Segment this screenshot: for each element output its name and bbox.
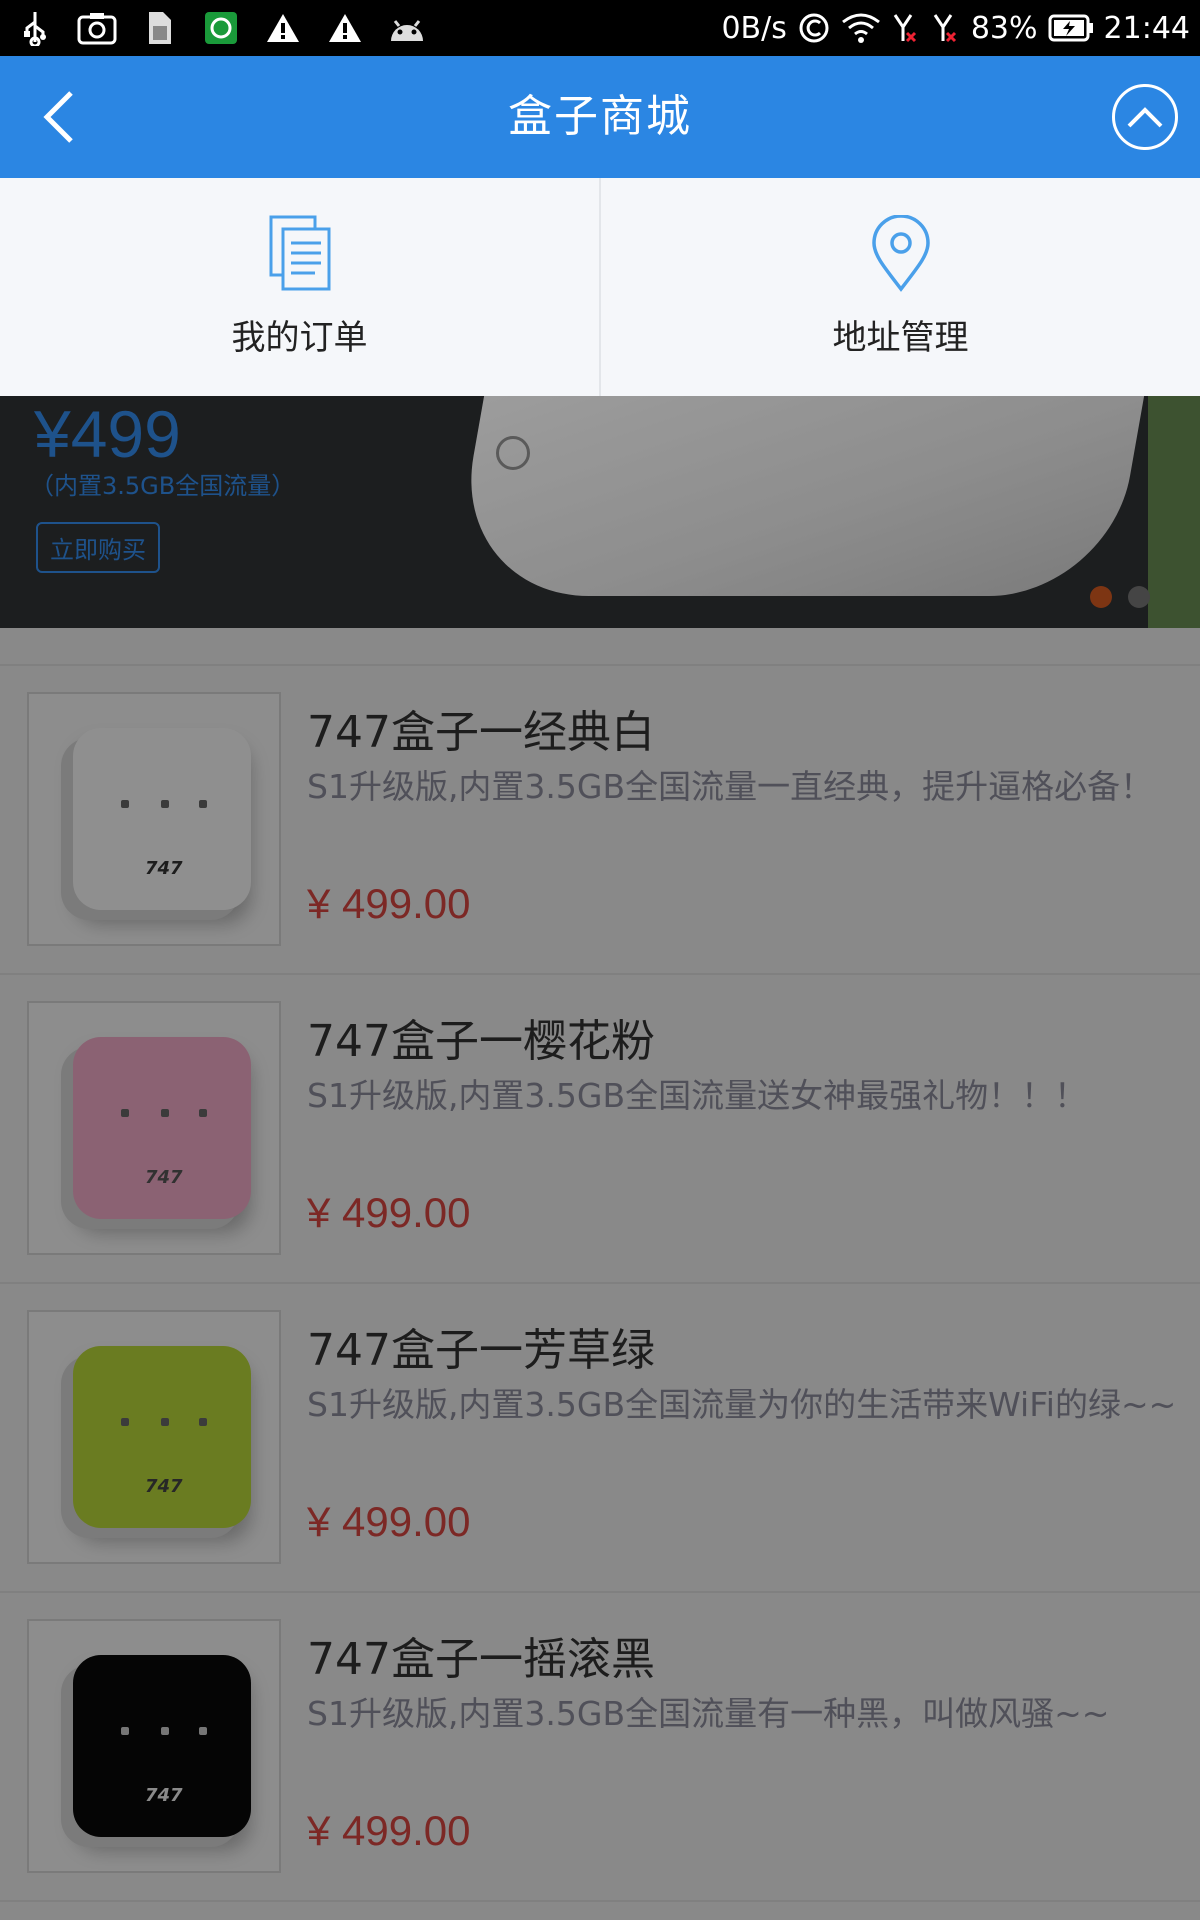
chevron-left-icon: [43, 91, 73, 143]
back-button[interactable]: [20, 78, 98, 156]
product-description: S1升级版,内置3.5GB全国流量为你的生活带来WiFi的绿~~: [307, 1385, 1177, 1424]
scroll-top-button[interactable]: [1112, 84, 1178, 150]
status-bar: 0B/s 83% 21:44: [0, 0, 1200, 56]
location-pin-icon: [865, 214, 937, 294]
product-description: S1升级版,内置3.5GB全国流量一直经典，提升逼格必备！: [307, 767, 1154, 806]
product-price: ¥ 499.00: [307, 1807, 471, 1854]
product-device-pink: 747: [73, 1037, 251, 1219]
notification-icons: [14, 0, 428, 56]
network-speed: 0B/s: [721, 10, 787, 46]
product-thumbnail: 747: [27, 692, 281, 946]
product-device-black: 747: [73, 1655, 251, 1837]
carousel-dot[interactable]: [1128, 586, 1150, 608]
next-slide-peek: [1148, 396, 1200, 628]
product-thumbnail: 747: [27, 1310, 281, 1564]
device-image: [448, 396, 1152, 596]
carousel-dot-active[interactable]: [1090, 586, 1112, 608]
banner-price: ¥499: [34, 397, 181, 471]
product-title: 747盒子一经典白: [307, 707, 655, 758]
battery-percent: 83%: [970, 10, 1038, 46]
chevron-up-icon: [1127, 107, 1163, 128]
wifi-icon: [841, 12, 881, 44]
product-list: 747 747盒子一经典白 S1升级版,内置3.5GB全国流量一直经典，提升逼格…: [0, 628, 1200, 1902]
screenshot-icon: [76, 7, 118, 49]
my-orders-button[interactable]: 我的订单: [0, 178, 599, 396]
product-price: ¥ 499.00: [307, 880, 471, 927]
signal-sim2-icon: [931, 11, 961, 45]
app-badge-icon: [200, 7, 242, 49]
warning-icon: [262, 7, 304, 49]
power-icon: [496, 436, 530, 470]
warning-icon: [324, 7, 366, 49]
document-icon: [264, 214, 336, 294]
address-management-label: 地址管理: [832, 318, 969, 358]
product-description: S1升级版,内置3.5GB全国流量有一种黑，叫做风骚~~: [307, 1694, 1110, 1733]
clock: 21:44: [1103, 10, 1190, 46]
usb-icon: [14, 7, 56, 49]
product-row[interactable]: 747 747盒子一芳草绿 S1升级版,内置3.5GB全国流量为你的生活带来Wi…: [0, 1284, 1200, 1593]
product-thumbnail: 747: [27, 1001, 281, 1255]
buy-now-button[interactable]: 立即购买: [36, 522, 160, 573]
product-device-green: 747: [73, 1346, 251, 1528]
product-device-white: 747: [73, 728, 251, 910]
product-description: S1升级版,内置3.5GB全国流量送女神最强礼物！！！: [307, 1076, 1088, 1115]
banner-subtitle: （内置3.5GB全国流量）: [30, 472, 296, 500]
data-saver-icon: [797, 11, 831, 45]
product-title: 747盒子一摇滚黑: [307, 1634, 655, 1685]
quick-entries: 我的订单 地址管理: [0, 178, 1200, 396]
product-row[interactable]: 747 747盒子一摇滚黑 S1升级版,内置3.5GB全国流量有一种黑，叫做风骚…: [0, 1593, 1200, 1902]
system-status: 0B/s 83% 21:44: [721, 0, 1190, 56]
product-title: 747盒子一芳草绿: [307, 1325, 655, 1376]
my-orders-label: 我的订单: [231, 318, 368, 358]
carousel-indicator: [1090, 586, 1150, 608]
signal-sim1-icon: [891, 11, 921, 45]
title-bar: 盒子商城: [0, 56, 1200, 178]
product-thumbnail: 747: [27, 1619, 281, 1873]
product-title: 747盒子一樱花粉: [307, 1016, 655, 1067]
product-row[interactable]: 747 747盒子一樱花粉 S1升级版,内置3.5GB全国流量送女神最强礼物！！…: [0, 975, 1200, 1284]
battery-charging-icon: [1048, 14, 1094, 42]
android-icon: [386, 7, 428, 49]
sim-card-icon: [138, 7, 180, 49]
promo-banner[interactable]: ¥499 （内置3.5GB全国流量） 立即购买: [0, 396, 1200, 628]
address-management-button[interactable]: 地址管理: [599, 178, 1200, 396]
page-title: 盒子商城: [508, 91, 692, 142]
product-price: ¥ 499.00: [307, 1498, 471, 1545]
product-row[interactable]: 747 747盒子一经典白 S1升级版,内置3.5GB全国流量一直经典，提升逼格…: [0, 666, 1200, 975]
list-divider: [0, 628, 1200, 666]
product-price: ¥ 499.00: [307, 1189, 471, 1236]
